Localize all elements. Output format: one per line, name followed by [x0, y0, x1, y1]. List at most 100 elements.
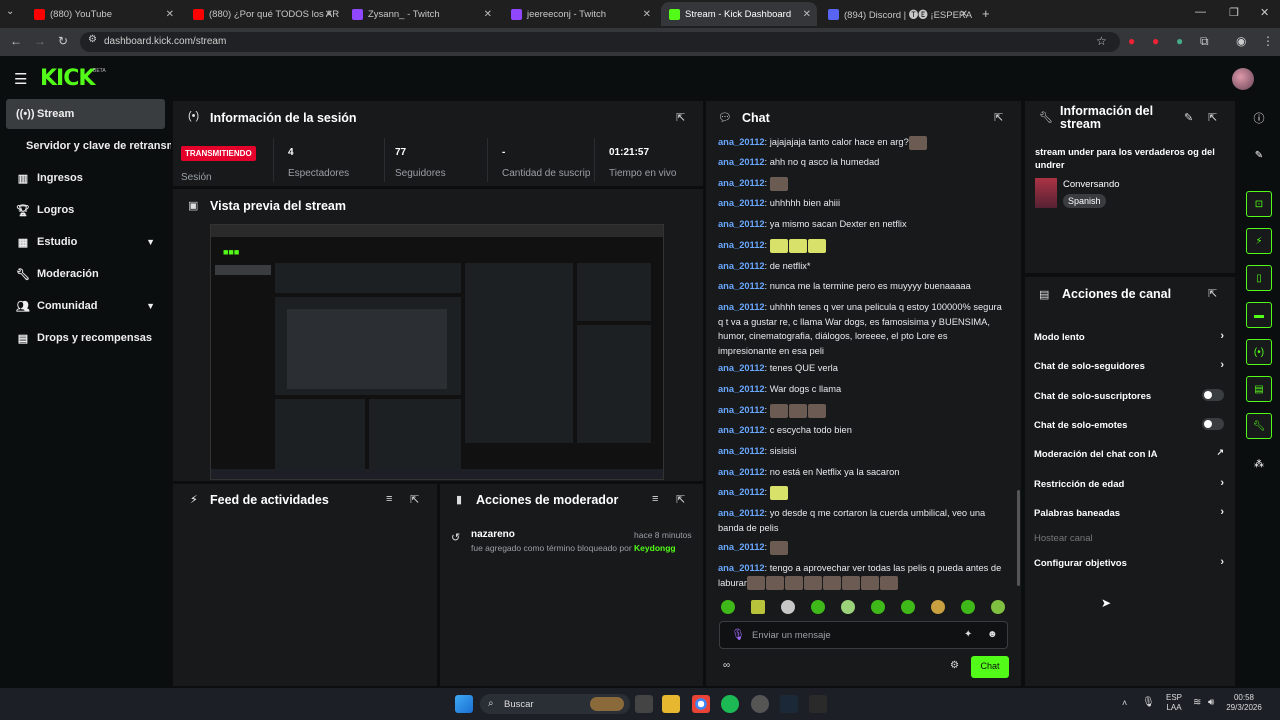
quick-emote-icon[interactable] — [721, 600, 735, 614]
banned-words-row[interactable]: Palabras baneadas › — [1034, 506, 1224, 519]
goals-row[interactable]: Configurar objetivos › — [1034, 556, 1224, 569]
tray-chevron-icon[interactable]: ˄ — [1122, 698, 1127, 708]
sparkle-icon[interactable]: ✦ — [964, 629, 972, 640]
quick-emote-icon[interactable] — [961, 600, 975, 614]
menu-kebab-icon[interactable]: ⋮ — [1262, 34, 1274, 48]
app-icon[interactable] — [751, 695, 769, 713]
nav-drops[interactable]: ▤ Drops y recompensas — [6, 323, 165, 353]
nav-comunidad[interactable]: 👥︎ Comunidad ▼ — [6, 291, 165, 321]
reload-icon[interactable]: ↻ — [58, 34, 68, 48]
nav-estudio[interactable]: ▦ Estudio ▼ — [6, 227, 165, 257]
layout-icon[interactable]: ▤ — [1246, 376, 1272, 402]
stream-preview-video[interactable]: ■■■ — [210, 224, 664, 480]
chat-scrollbar[interactable] — [1017, 490, 1020, 586]
site-info-icon[interactable]: ⚙ — [88, 34, 97, 45]
filter-icon[interactable]: ≡ — [652, 493, 658, 505]
extension-icon[interactable]: ● — [1152, 34, 1159, 48]
microphone-tray-icon[interactable]: 🎙︎ — [1142, 697, 1155, 708]
quick-emote-icon[interactable] — [991, 600, 1005, 614]
windows-start-icon[interactable] — [455, 695, 473, 713]
kick-logo[interactable]: KICK — [40, 66, 95, 91]
volume-icon[interactable]: 🔊︎ — [1208, 697, 1214, 708]
filter-icon[interactable]: ≡ — [386, 493, 392, 505]
settings-gear-icon[interactable]: ⚙ — [950, 660, 959, 671]
close-icon[interactable]: ✕ — [325, 9, 333, 20]
popout-icon[interactable]: ⇱ — [994, 111, 1003, 124]
clipboard-icon[interactable]: ▯ — [1246, 265, 1272, 291]
popout-icon[interactable]: ⇱ — [676, 111, 685, 124]
followers-only-row[interactable]: Chat de solo-seguidores › — [1034, 359, 1224, 372]
extension-icon[interactable]: ● — [1128, 34, 1135, 48]
ai-moderation-row[interactable]: Moderación del chat con IA ↗ — [1034, 447, 1224, 460]
spotify-icon[interactable] — [721, 695, 739, 713]
nav-servidor[interactable]: Servidor y clave de retransmisión — [6, 131, 171, 161]
popout-icon[interactable]: ⇱ — [676, 493, 685, 506]
tab-twitch-jeere[interactable]: jeereeconj - Twitch ✕ — [503, 2, 657, 26]
send-chat-button[interactable]: Chat — [971, 656, 1009, 678]
popout-icon[interactable]: ⇱ — [1208, 111, 1217, 124]
quick-emote-icon[interactable] — [841, 600, 855, 614]
quick-emote-icon[interactable] — [871, 600, 885, 614]
lightning-icon[interactable]: ⚡︎ — [1246, 228, 1272, 254]
popout-icon[interactable]: ⇱ — [410, 493, 419, 506]
info-icon[interactable]: ⓘ — [1246, 105, 1272, 131]
language-indicator[interactable]: ESP LAA — [1166, 693, 1182, 713]
wrench-icon[interactable]: 🔧︎ — [1246, 413, 1272, 439]
chrome-icon[interactable] — [692, 695, 710, 713]
extensions-puzzle-icon[interactable]: ⧉ — [1200, 34, 1209, 49]
apps-icon[interactable]: ⁂ — [1246, 451, 1272, 477]
avatar[interactable] — [1232, 68, 1254, 90]
quick-emote-icon[interactable] — [781, 600, 795, 614]
back-icon[interactable]: ← — [10, 34, 22, 48]
file-explorer-icon[interactable] — [662, 695, 680, 713]
subscribers-only-toggle[interactable] — [1202, 389, 1224, 401]
quick-emote-icon[interactable] — [931, 600, 945, 614]
close-icon[interactable]: ✕ — [960, 9, 968, 20]
new-tab-button[interactable]: + — [982, 6, 990, 21]
stream-category[interactable]: Conversando — [1063, 179, 1120, 190]
microphone-icon[interactable]: 🎙︎ — [731, 628, 745, 641]
profile-icon[interactable]: ◉ — [1236, 34, 1246, 48]
nav-logros[interactable]: 🏆︎ Logros — [6, 195, 165, 225]
tab-youtube-video[interactable]: (880) ¿Por qué TODOS los ARTI ✕ — [185, 2, 339, 26]
close-icon[interactable]: ✕ — [803, 9, 811, 20]
nav-moderacion[interactable]: 🔧︎ Moderación — [6, 259, 165, 289]
age-restriction-row[interactable]: Restricción de edad › — [1034, 477, 1224, 490]
close-icon[interactable]: ✕ — [484, 9, 492, 20]
quick-emote-icon[interactable] — [901, 600, 915, 614]
window-close-button[interactable]: ✕ — [1260, 6, 1269, 19]
maximize-button[interactable]: ❐ — [1229, 6, 1239, 19]
infinity-icon[interactable]: ∞ — [723, 660, 730, 671]
tab-discord[interactable]: (894) Discord | 🅣🅔 ¡ESPERA 1 | ✕ — [820, 2, 974, 26]
edit-pencil-icon[interactable]: ✎ — [1246, 142, 1272, 168]
task-view-icon[interactable] — [635, 695, 653, 713]
broadcast-icon[interactable]: (•) — [1246, 339, 1272, 365]
forward-icon[interactable]: → — [34, 34, 46, 48]
tab-twitch-zysann[interactable]: Zysann_ - Twitch ✕ — [344, 2, 498, 26]
tab-list-icon[interactable]: ⌄ — [6, 6, 14, 17]
quick-emote-icon[interactable] — [751, 600, 765, 614]
emotes-only-toggle[interactable] — [1202, 418, 1224, 430]
slow-mode-row[interactable]: Modo lento › — [1034, 330, 1224, 343]
minimize-button[interactable]: — — [1195, 6, 1206, 18]
edit-pencil-icon[interactable]: ✎ — [1184, 111, 1193, 124]
capture-icon[interactable]: ⊡ — [1246, 191, 1272, 217]
nav-stream[interactable]: ((•)) Stream — [6, 99, 165, 129]
clock[interactable]: 00:58 29/3/2026 — [1226, 693, 1262, 713]
close-icon[interactable]: ✕ — [643, 9, 651, 20]
steam-icon[interactable] — [780, 695, 798, 713]
bookmark-star-icon[interactable]: ☆ — [1096, 34, 1107, 48]
tab-kick-dashboard[interactable]: Stream - Kick Dashboard ✕ — [661, 2, 817, 26]
close-icon[interactable]: ✕ — [166, 9, 174, 20]
nav-ingresos[interactable]: ▥ Ingresos — [6, 163, 165, 193]
extension-icon[interactable]: ● — [1176, 34, 1183, 48]
hamburger-menu-icon[interactable]: ☰ — [14, 70, 27, 88]
wifi-icon[interactable]: ≋ — [1193, 697, 1201, 708]
popout-icon[interactable]: ⇱ — [1208, 287, 1217, 300]
chat-bubble-icon[interactable]: ▬ — [1246, 302, 1272, 328]
emoji-icon[interactable]: ☻ — [987, 629, 998, 640]
epic-games-icon[interactable] — [809, 695, 827, 713]
quick-emote-icon[interactable] — [811, 600, 825, 614]
url-field[interactable]: dashboard.kick.com/stream — [80, 32, 1120, 52]
tab-youtube[interactable]: (880) YouTube ✕ — [26, 2, 180, 26]
